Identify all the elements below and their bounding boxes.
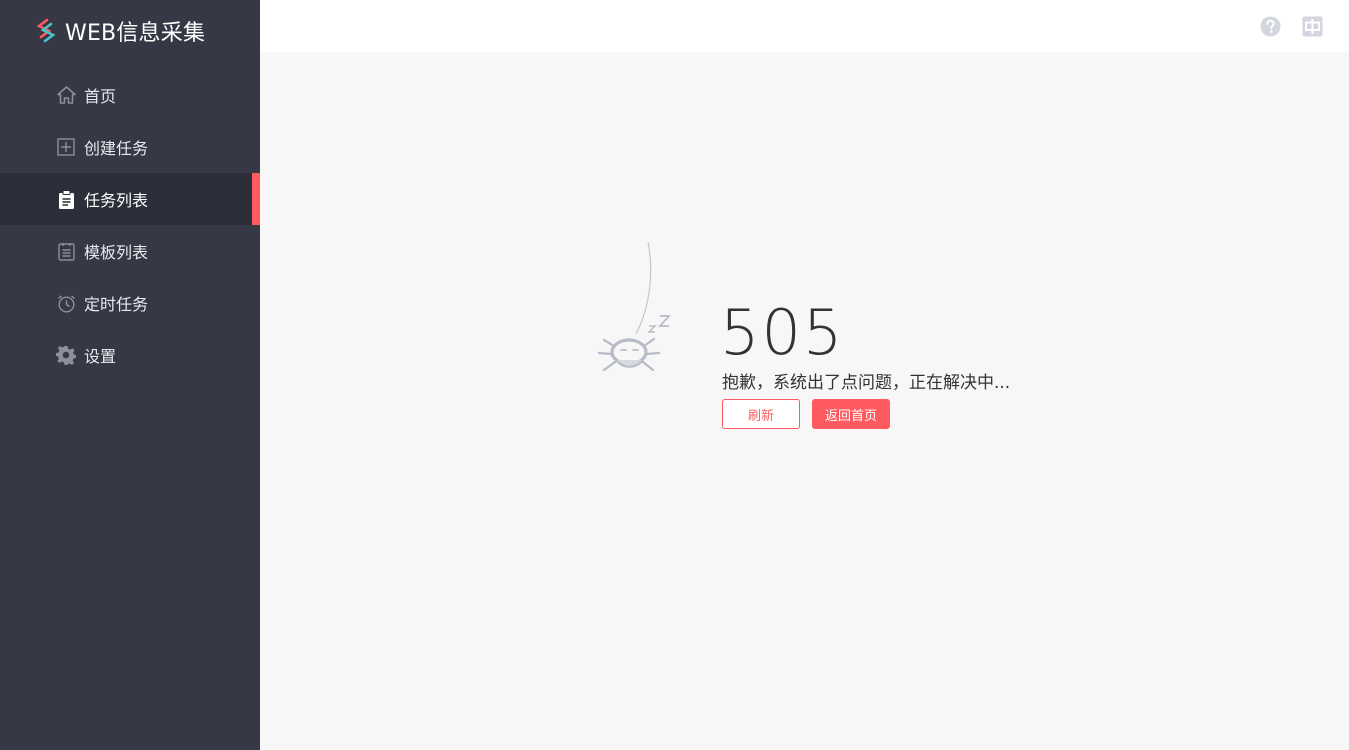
gear-icon: [56, 345, 76, 365]
back-home-button[interactable]: 返回首页: [812, 399, 890, 429]
sidebar-item-task-list[interactable]: 任务列表: [0, 173, 260, 225]
alarm-clock-icon: [56, 293, 76, 313]
main-content: 505 抱歉，系统出了点问题，正在解决中... 刷新 返回首页: [260, 52, 1349, 750]
logo-icon: [36, 18, 56, 43]
sidebar-item-template-list[interactable]: 模板列表: [0, 225, 260, 277]
sidebar: WEB信息采集 首页 创建任务 任务列表 模板列表 定时任务 设置: [0, 0, 260, 750]
sleeping-bug-illustration: [597, 242, 671, 372]
sidebar-item-label: 任务列表: [84, 191, 149, 210]
plus-square-icon: [56, 137, 76, 157]
sidebar-item-label: 首页: [84, 87, 117, 106]
error-message: 抱歉，系统出了点问题，正在解决中...: [722, 373, 1011, 393]
sidebar-item-label: 设置: [84, 347, 117, 366]
brand[interactable]: WEB信息采集: [0, 0, 260, 62]
sidebar-item-settings[interactable]: 设置: [0, 329, 260, 381]
chinese-language-icon[interactable]: [1302, 16, 1323, 37]
home-icon: [56, 85, 76, 105]
list-document-icon: [56, 241, 76, 261]
clipboard-icon: [56, 189, 76, 209]
sidebar-item-scheduled-task[interactable]: 定时任务: [0, 277, 260, 329]
error-code: 505: [720, 296, 845, 369]
sidebar-item-create-task[interactable]: 创建任务: [0, 121, 260, 173]
refresh-button[interactable]: 刷新: [722, 399, 800, 429]
sidebar-item-home[interactable]: 首页: [0, 69, 260, 121]
sidebar-item-label: 模板列表: [84, 243, 149, 262]
question-circle-icon[interactable]: [1260, 16, 1281, 37]
sidebar-nav: 首页 创建任务 任务列表 模板列表 定时任务 设置: [0, 69, 260, 381]
sidebar-item-label: 定时任务: [84, 295, 149, 314]
top-bar: [260, 0, 1349, 52]
app-title: WEB信息采集: [65, 21, 206, 46]
sidebar-item-label: 创建任务: [84, 139, 149, 158]
